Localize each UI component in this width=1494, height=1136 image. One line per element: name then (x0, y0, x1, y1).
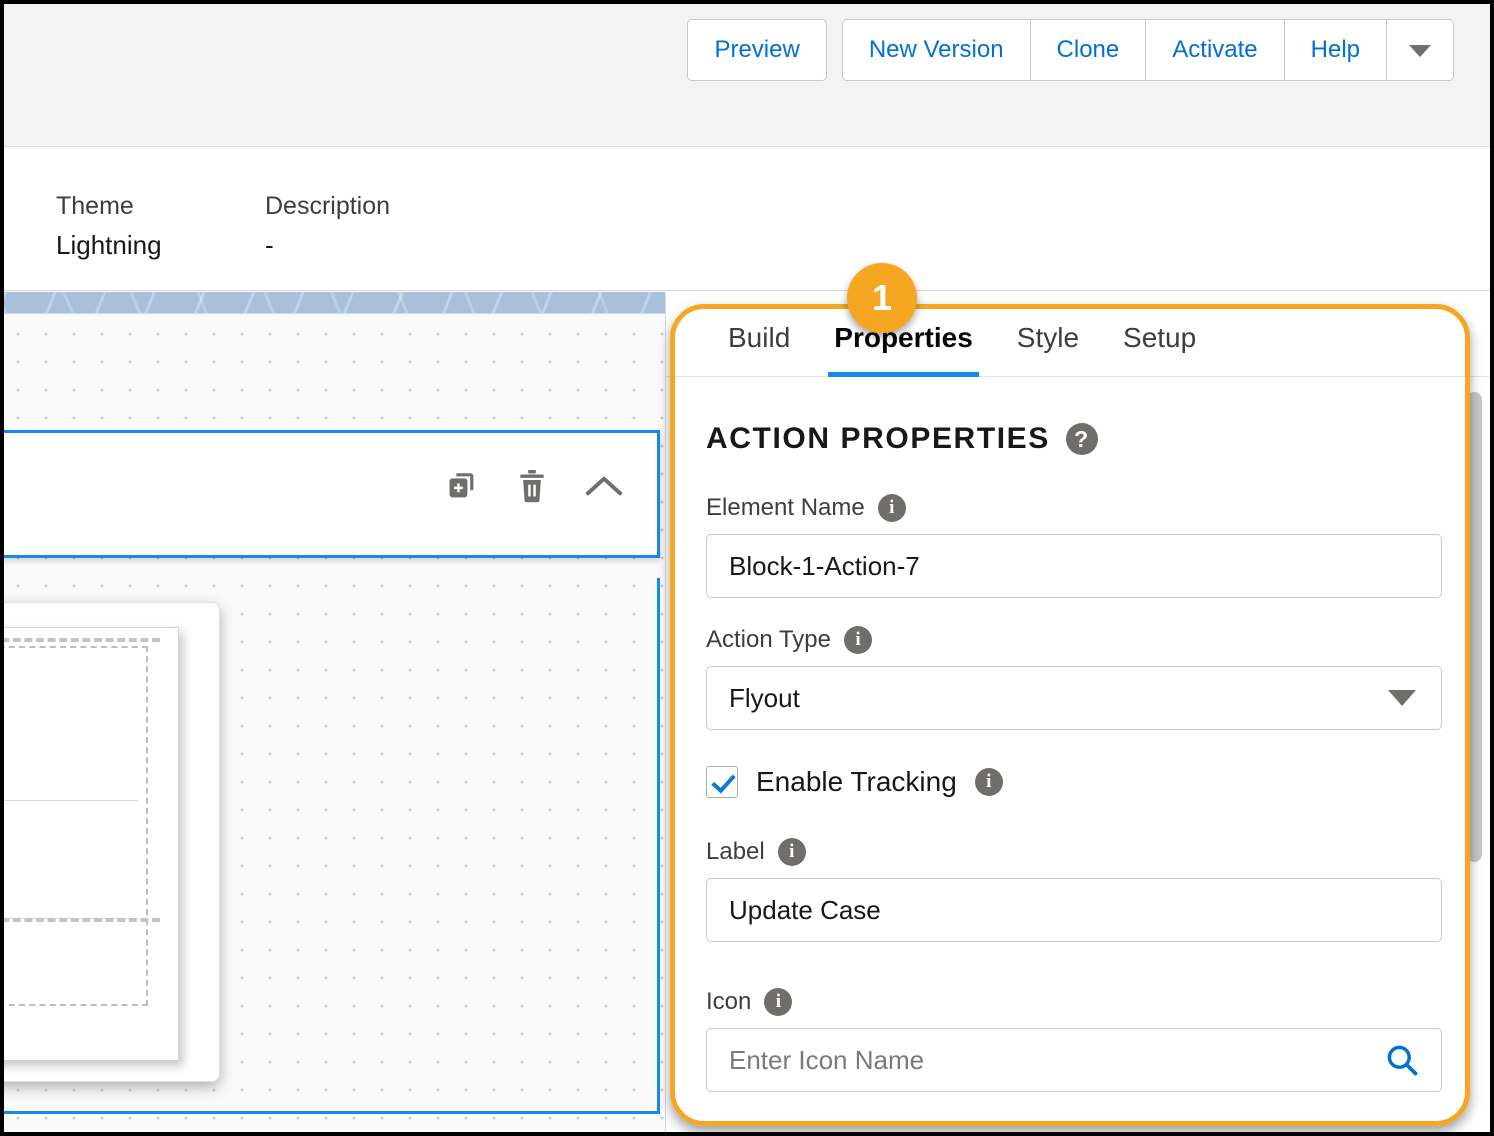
trash-icon[interactable] (517, 469, 547, 503)
theme-value: Lightning (56, 230, 162, 260)
activate-button[interactable]: Activate (1146, 19, 1285, 81)
toolbar-joined-buttons: New Version Clone Activate Help (841, 19, 1454, 81)
metadata-row: Theme Lightning Description - (4, 148, 1490, 291)
action-type-select[interactable] (706, 666, 1442, 730)
callout-step-badge: 1 (847, 263, 917, 333)
icon-field-label: Icon (706, 988, 752, 1015)
preview-button[interactable]: Preview (687, 19, 827, 81)
theme-field: Theme Lightning (56, 192, 162, 261)
more-actions-button[interactable] (1387, 19, 1454, 81)
toolbar-button-group: Preview New Version Clone Activate Help (687, 19, 1454, 81)
label-field-label: Label (706, 838, 765, 865)
label-field-label-row: Label i (706, 838, 1442, 866)
block-toolbar (445, 469, 623, 503)
element-name-field: Element Name i (706, 494, 1442, 598)
action-type-label-row: Action Type i (706, 626, 1442, 654)
clone-button[interactable]: Clone (1030, 19, 1147, 81)
icon-field-label-row: Icon i (706, 988, 1442, 1016)
preview-rule-1 (4, 800, 138, 801)
enable-tracking-checkbox[interactable] (706, 766, 738, 798)
panel-body: ACTION PROPERTIES ? Element Name i Actio… (666, 377, 1490, 1092)
enable-tracking-row: Enable Tracking i (706, 766, 1442, 798)
info-circle-icon[interactable]: i (764, 988, 793, 1016)
search-icon[interactable] (1384, 1042, 1420, 1078)
description-label: Description (265, 192, 391, 220)
tab-setup[interactable]: Setup (1101, 292, 1218, 377)
action-type-select-wrap (706, 666, 1442, 730)
info-circle-icon[interactable]: i (877, 494, 906, 522)
duplicate-icon[interactable] (445, 469, 479, 503)
element-name-input[interactable] (706, 534, 1442, 598)
chevron-down-icon (1409, 44, 1431, 57)
properties-panel: Build Properties Style Setup ACTION PROP… (666, 292, 1490, 1132)
dropzone-mid-divider (4, 918, 160, 922)
top-toolbar: Preview New Version Clone Activate Help (4, 4, 1490, 147)
component-preview-card[interactable] (4, 602, 220, 1082)
description-field: Description - (265, 192, 390, 261)
new-version-button[interactable]: New Version (841, 19, 1031, 81)
help-button[interactable]: Help (1284, 19, 1387, 81)
app-screenshot: Preview New Version Clone Activate Help … (0, 0, 1494, 1136)
tab-style[interactable]: Style (995, 292, 1101, 377)
selected-block-card[interactable] (4, 430, 660, 558)
dropzone-top-divider (4, 638, 160, 642)
section-header: ACTION PROPERTIES ? (706, 422, 1442, 456)
chevron-up-icon[interactable] (585, 473, 623, 499)
element-name-label: Element Name (706, 494, 865, 521)
action-type-label: Action Type (706, 626, 831, 653)
icon-field: Icon i (706, 988, 1442, 1092)
component-preview-inner (4, 627, 179, 1061)
dropzone-outline (4, 646, 148, 1006)
label-input[interactable] (706, 878, 1442, 942)
element-name-label-row: Element Name i (706, 494, 1442, 522)
label-field: Label i (706, 838, 1442, 942)
icon-input-wrap (706, 1028, 1442, 1092)
info-circle-icon[interactable]: i (777, 838, 806, 866)
tab-build[interactable]: Build (706, 292, 812, 377)
theme-label: Theme (56, 192, 134, 220)
icon-name-input[interactable] (706, 1028, 1442, 1092)
panel-scrollbar-thumb[interactable] (1466, 392, 1482, 862)
description-value: - (265, 230, 274, 260)
info-circle-icon[interactable]: i (843, 626, 872, 654)
help-circle-icon[interactable]: ? (1065, 423, 1098, 455)
panel-tab-bar: Build Properties Style Setup (666, 292, 1490, 377)
enable-tracking-label: Enable Tracking (756, 766, 957, 797)
section-title-text: ACTION PROPERTIES (706, 422, 1050, 455)
info-circle-icon[interactable]: i (974, 768, 1003, 796)
action-type-field: Action Type i (706, 626, 1442, 730)
